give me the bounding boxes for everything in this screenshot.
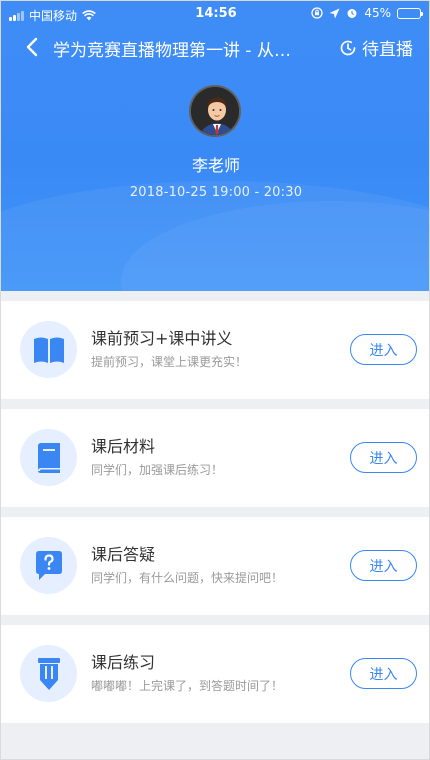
enter-button[interactable]: 进入 (350, 550, 417, 581)
book-icon (37, 442, 60, 473)
section-title: 课前预习+课中讲义 (91, 329, 233, 348)
app-screen: 中国移动 14:56 45% 学为竞赛直播物理第一讲 - 从… 待直播 李老师 … (0, 0, 430, 760)
pen-icon (37, 657, 60, 690)
question-bubble-icon (35, 550, 62, 580)
section-icon-circle (20, 429, 77, 486)
back-icon[interactable] (19, 33, 47, 61)
enter-button[interactable]: 进入 (350, 658, 417, 689)
enter-button[interactable]: 进入 (350, 334, 417, 365)
section-card-preview[interactable]: 课前预习+课中讲义 提前预习，课堂上课更充实！ 进入 (1, 301, 429, 399)
battery-percent: 45% (364, 6, 391, 20)
live-status: 待直播 (339, 35, 413, 60)
teacher-name: 李老师 (191, 156, 240, 175)
section-card-materials[interactable]: 课后材料 同学们，加强课后练习！ 进入 (1, 409, 429, 507)
rotation-lock-icon (311, 7, 323, 19)
section-subtitle: 同学们，加强课后练习！ (91, 463, 224, 477)
course-header: 中国移动 14:56 45% 学为竞赛直播物理第一讲 - 从… 待直播 李老师 … (1, 1, 429, 291)
section-card-practice[interactable]: 课后练习 嘟嘟嘟！上完课了，到答题时间了！ 进入 (1, 625, 429, 723)
battery-icon (397, 7, 423, 19)
location-icon (329, 8, 340, 18)
status-right: 45% (311, 6, 423, 20)
section-icon-circle (20, 537, 77, 594)
page-title: 学为竞赛直播物理第一讲 - 从… (53, 41, 291, 61)
status-bar: 中国移动 14:56 45% (1, 1, 429, 27)
section-title: 课后材料 (91, 437, 156, 456)
teacher-avatar (189, 85, 241, 137)
nav-bar: 学为竞赛直播物理第一讲 - 从… 待直播 (1, 29, 429, 65)
section-subtitle: 提前预习，课堂上课更充实！ (91, 355, 248, 369)
lesson-schedule: 2018-10-25 19:00 - 20:30 (129, 185, 303, 200)
alarm-icon (347, 9, 357, 18)
section-title: 课后答疑 (91, 545, 156, 564)
teacher-avatar-image (191, 87, 239, 135)
enter-button[interactable]: 进入 (350, 442, 417, 473)
section-card-qa[interactable]: 课后答疑 同学们，有什么问题，快来提问吧！ 进入 (1, 517, 429, 615)
section-subtitle: 同学们，有什么问题，快来提问吧！ (91, 571, 284, 585)
clock-icon (340, 40, 356, 55)
live-status-label: 待直播 (362, 40, 413, 60)
section-subtitle: 嘟嘟嘟！上完课了，到答题时间了！ (91, 679, 284, 693)
section-icon-circle (20, 645, 77, 702)
open-book-icon (33, 337, 64, 363)
section-icon-circle (20, 321, 77, 378)
section-title: 课后练习 (91, 653, 156, 672)
